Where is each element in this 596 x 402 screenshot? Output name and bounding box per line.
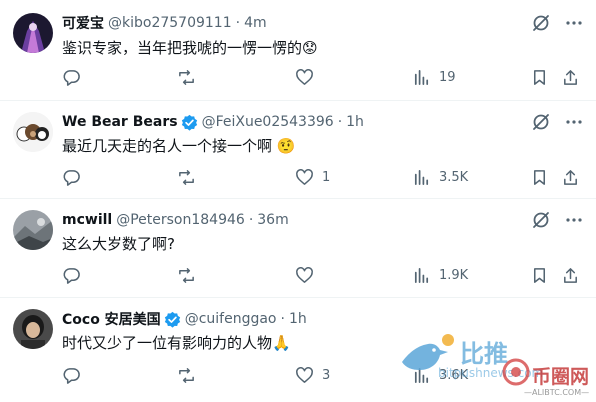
like-count: 3	[322, 367, 331, 383]
avatar[interactable]	[13, 309, 53, 349]
reply-icon	[63, 69, 80, 86]
display-name[interactable]: 可爱宝	[62, 13, 104, 33]
like-button[interactable]	[295, 265, 322, 285]
view-count: 3.6K	[439, 367, 469, 383]
reply-icon	[63, 267, 80, 284]
retweet-icon	[179, 69, 194, 85]
view-count: 3.5K	[439, 169, 469, 185]
user-handle[interactable]: @Peterson184946	[116, 212, 245, 228]
tweet-text: 鉴识专家，当年把我唬的一愣一愣的😟	[62, 39, 318, 57]
timestamp[interactable]: 1h	[289, 311, 307, 327]
share-button[interactable]	[561, 167, 580, 187]
retweet-button[interactable]	[177, 365, 204, 385]
analytics-icon	[414, 69, 429, 85]
like-button[interactable]: 3	[295, 365, 330, 385]
retweet-button[interactable]	[177, 167, 204, 187]
view-count: 1.9K	[439, 267, 469, 283]
reply-icon	[63, 367, 80, 384]
timestamp[interactable]: 4m	[244, 15, 267, 31]
tweet-1[interactable]: 可爱宝 @kibo275709111 · 4m 鉴识专家，当年把我唬的一愣一愣的…	[0, 0, 596, 100]
views-button[interactable]: 19	[412, 67, 456, 87]
avatar[interactable]	[13, 210, 53, 250]
share-button[interactable]	[561, 265, 580, 285]
user-handle[interactable]: @kibo275709111	[108, 15, 232, 31]
tweet-text: 时代又少了一位有影响力的人物🙏	[62, 334, 291, 352]
analytics-icon	[414, 169, 429, 185]
retweet-icon	[179, 267, 194, 283]
bookmark-icon	[533, 267, 546, 283]
display-name[interactable]: Coco 安居美国	[62, 309, 161, 329]
retweet-icon	[179, 169, 194, 185]
grok-icon[interactable]	[531, 210, 551, 230]
tweet-3[interactable]: mcwill @Peterson184946 · 36m 这么大岁数了啊? 1.…	[0, 199, 596, 297]
tweet-header: We Bear Bears @FeiXue02543396 · 1h	[62, 112, 364, 132]
tweet-text: 最近几天走的名人一个接一个啊 🤨	[62, 137, 296, 155]
display-name[interactable]: We Bear Bears	[62, 114, 178, 130]
views-button[interactable]: 3.5K	[412, 167, 468, 187]
bookmark-icon	[533, 69, 546, 85]
share-icon	[564, 69, 577, 85]
reply-button[interactable]	[62, 167, 89, 187]
bookmark-button[interactable]	[530, 167, 549, 187]
retweet-button[interactable]	[177, 265, 204, 285]
bookmark-icon	[533, 169, 546, 185]
heart-icon	[296, 168, 313, 185]
tweet-header: Coco 安居美国 @cuifenggao · 1h	[62, 309, 307, 329]
display-name[interactable]: mcwill	[62, 212, 112, 228]
heart-icon	[296, 366, 313, 383]
grok-icon[interactable]	[531, 112, 551, 132]
user-handle[interactable]: @cuifenggao	[185, 311, 277, 327]
view-count: 19	[439, 69, 456, 85]
heart-icon	[296, 266, 313, 283]
retweet-button[interactable]	[177, 67, 204, 87]
separator-dot: ·	[337, 114, 343, 130]
share-icon	[564, 267, 577, 283]
like-count: 1	[322, 169, 331, 185]
bookmark-button[interactable]	[530, 265, 549, 285]
reply-icon	[63, 169, 80, 186]
analytics-icon	[414, 367, 429, 383]
separator-dot: ·	[248, 212, 254, 228]
retweet-icon	[179, 367, 194, 383]
reply-button[interactable]	[62, 67, 89, 87]
tweet-header: mcwill @Peterson184946 · 36m	[62, 210, 289, 230]
reply-button[interactable]	[62, 265, 89, 285]
separator-dot: ·	[280, 311, 285, 327]
reply-button[interactable]	[62, 365, 89, 385]
views-button[interactable]: 3.6K	[412, 365, 468, 385]
verified-badge-icon	[181, 114, 197, 131]
like-button[interactable]	[295, 67, 322, 87]
more-options-icon[interactable]	[564, 13, 584, 33]
tweet-header: 可爱宝 @kibo275709111 · 4m	[62, 13, 267, 33]
grok-icon[interactable]	[531, 13, 551, 33]
avatar[interactable]	[13, 112, 53, 152]
tweet-4[interactable]: Coco 安居美国 @cuifenggao · 1h 时代又少了一位有影响力的人…	[0, 298, 596, 402]
timestamp[interactable]: 1h	[346, 114, 364, 130]
user-handle[interactable]: @FeiXue02543396	[202, 114, 334, 130]
share-icon	[564, 169, 577, 185]
more-options-icon[interactable]	[564, 210, 584, 230]
bookmark-button[interactable]	[530, 67, 549, 87]
views-button[interactable]: 1.9K	[412, 265, 468, 285]
verified-badge-icon	[164, 311, 180, 328]
timestamp[interactable]: 36m	[257, 212, 288, 228]
more-options-icon[interactable]	[564, 112, 584, 132]
separator-dot: ·	[235, 15, 241, 31]
tweet-text: 这么大岁数了啊?	[62, 235, 175, 253]
tweet-2[interactable]: We Bear Bears @FeiXue02543396 · 1h 最近几天走…	[0, 101, 596, 198]
analytics-icon	[414, 267, 429, 283]
avatar[interactable]	[13, 13, 53, 53]
like-button[interactable]: 1	[295, 167, 330, 187]
share-button[interactable]	[561, 67, 580, 87]
heart-icon	[296, 68, 313, 85]
